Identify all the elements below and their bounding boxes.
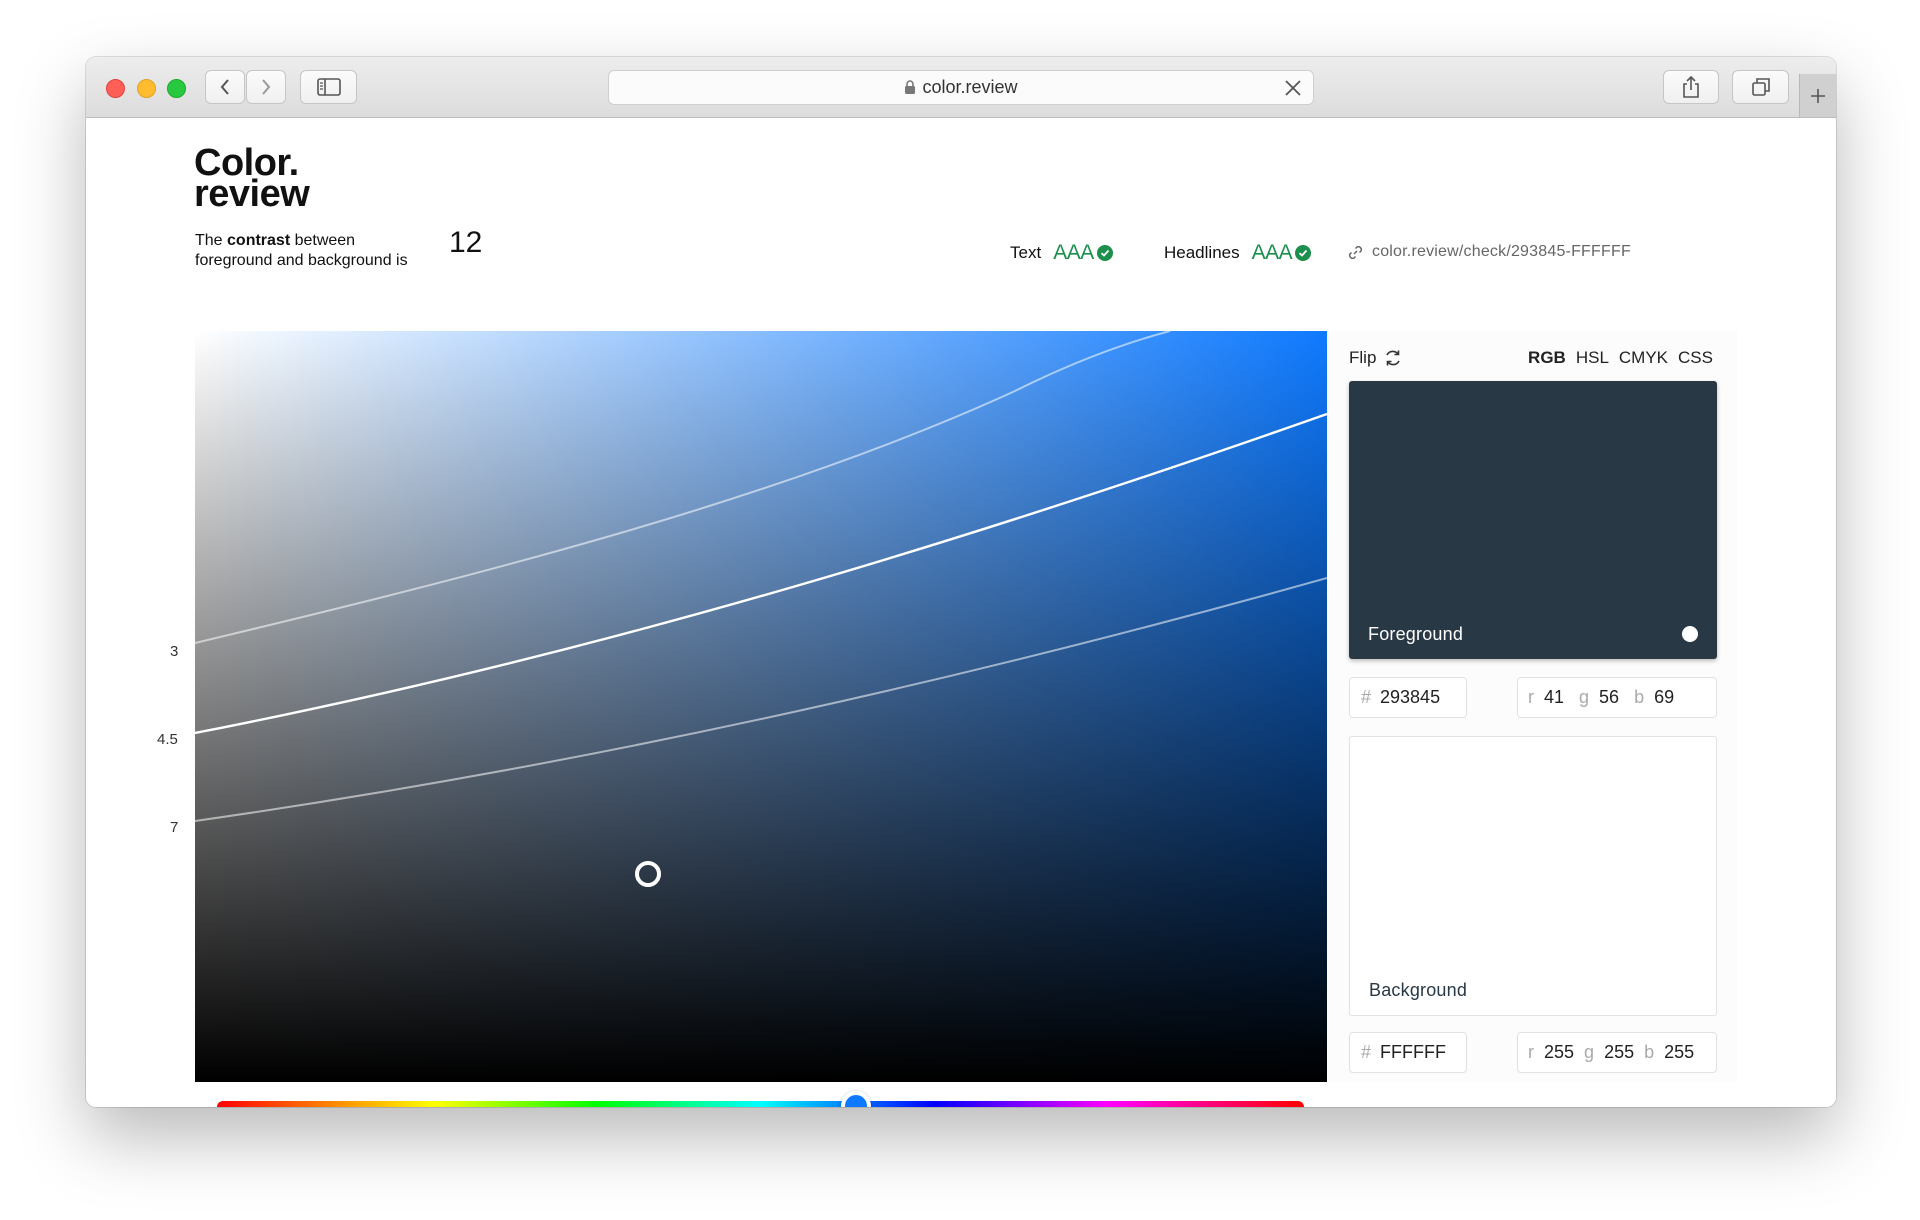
g-label: g: [1584, 1042, 1595, 1062]
hue-slider-track[interactable]: [217, 1101, 1304, 1107]
hue-slider-handle[interactable]: [841, 1091, 871, 1107]
title-bar: color.review: [86, 57, 1836, 118]
g-label: g: [1579, 687, 1590, 707]
text-rating-value: AAA: [1053, 241, 1094, 264]
browser-window: color.review Color. review The contrast …: [86, 57, 1836, 1107]
plus-icon: [1811, 88, 1825, 103]
headlines-rating-label: Headlines: [1164, 243, 1240, 262]
contrast-description: The contrast between foreground and back…: [195, 231, 408, 271]
foreground-hex-input[interactable]: # 293845: [1349, 677, 1467, 718]
foreground-b-value[interactable]: 69: [1654, 687, 1674, 708]
foreground-g-value[interactable]: 56: [1599, 687, 1619, 708]
sidebar-toggle-button[interactable]: [300, 70, 357, 104]
close-window-button[interactable]: [106, 79, 125, 98]
picker-handle[interactable]: [635, 861, 661, 887]
url-text: color.review: [922, 77, 1018, 97]
tabs-icon: [1751, 78, 1770, 96]
background-rgb-input[interactable]: r 255 g 255 b 255: [1517, 1032, 1717, 1073]
contrast-bold: contrast: [227, 232, 291, 249]
background-b-value[interactable]: 255: [1664, 1042, 1694, 1063]
tab-hsl[interactable]: HSL: [1576, 348, 1609, 368]
close-icon[interactable]: [1283, 78, 1303, 98]
page-content: Color. review The contrast between foreg…: [86, 118, 1836, 1107]
back-button[interactable]: [205, 70, 245, 104]
background-label: Background: [1369, 980, 1468, 1000]
background-r-value[interactable]: 255: [1544, 1042, 1574, 1063]
foreground-hex-value: 293845: [1380, 687, 1441, 707]
contrast-tick-4-5: 4.5: [157, 731, 178, 748]
share-button[interactable]: [1663, 70, 1719, 104]
tabs-overview-button[interactable]: [1732, 70, 1789, 104]
check-circle-icon: [1096, 245, 1113, 261]
refresh-icon: [1386, 350, 1401, 366]
r-label: r: [1528, 1042, 1534, 1062]
headlines-rating: Headlines AAA: [1164, 241, 1312, 265]
tab-cmyk[interactable]: CMYK: [1619, 348, 1668, 368]
background-swatch[interactable]: Background: [1349, 736, 1717, 1016]
b-label: b: [1644, 1042, 1655, 1062]
maximize-window-button[interactable]: [167, 79, 186, 98]
address-bar[interactable]: color.review: [608, 70, 1314, 105]
contrast-curves: [195, 331, 1327, 822]
hash-symbol: #: [1361, 1042, 1372, 1062]
check-circle-icon: [1295, 245, 1312, 261]
contrast-tick-7: 7: [170, 819, 179, 836]
share-icon: [1683, 75, 1699, 98]
minimize-window-button[interactable]: [137, 79, 156, 98]
text-rating-label: Text: [1010, 243, 1042, 262]
flip-button[interactable]: Flip: [1349, 348, 1402, 368]
share-link-text: color.review/check/293845-FFFFFF: [1372, 243, 1631, 260]
sidebar-icon: [316, 78, 341, 96]
forward-button[interactable]: [246, 70, 286, 104]
tab-css[interactable]: CSS: [1678, 348, 1713, 368]
background-hex-value: FFFFFF: [1380, 1042, 1446, 1062]
color-mode-tabs: RGB HSL CMYK CSS: [1528, 348, 1713, 368]
text-rating: Text AAA: [1010, 241, 1113, 265]
r-label: r: [1528, 687, 1534, 707]
contrast-line-2: foreground and background is: [195, 252, 408, 269]
contrast-tick-3: 3: [170, 643, 179, 660]
contrast-suffix: between: [290, 232, 356, 249]
lock-icon: [905, 80, 916, 94]
share-link[interactable]: color.review/check/293845-FFFFFF: [1348, 243, 1631, 261]
foreground-label: Foreground: [1368, 624, 1464, 644]
chevron-right-icon: [262, 79, 271, 95]
link-icon: [1348, 245, 1363, 259]
foreground-r-value[interactable]: 41: [1544, 687, 1564, 708]
contrast-prefix: The: [195, 232, 228, 249]
flip-label: Flip: [1349, 348, 1377, 367]
color-panel: Flip RGB HSL CMYK CSS Foreground # 29384…: [1327, 331, 1737, 1082]
headlines-rating-value: AAA: [1251, 241, 1293, 264]
background-hex-input[interactable]: # FFFFFF: [1349, 1032, 1467, 1073]
contrast-curve-4-5: [195, 412, 1327, 735]
background-g-value[interactable]: 255: [1604, 1042, 1634, 1063]
contrast-curve-3: [195, 331, 1171, 644]
foreground-rgb-input[interactable]: r 41 g 56 b 69: [1517, 677, 1717, 718]
b-label: b: [1634, 687, 1645, 707]
tab-rgb[interactable]: RGB: [1528, 348, 1566, 368]
chevron-left-icon: [220, 79, 229, 95]
logo[interactable]: Color. review: [194, 144, 310, 216]
contrast-ratio-value: 12: [449, 226, 483, 259]
new-tab-button[interactable]: [1799, 74, 1836, 117]
contrast-curve-7: [195, 577, 1327, 822]
logo-line-2: review: [194, 173, 310, 216]
hash-symbol: #: [1361, 687, 1372, 707]
saturation-lightness-picker[interactable]: [195, 331, 1327, 1082]
active-swatch-indicator: [1682, 626, 1698, 642]
foreground-swatch[interactable]: Foreground: [1349, 381, 1717, 659]
